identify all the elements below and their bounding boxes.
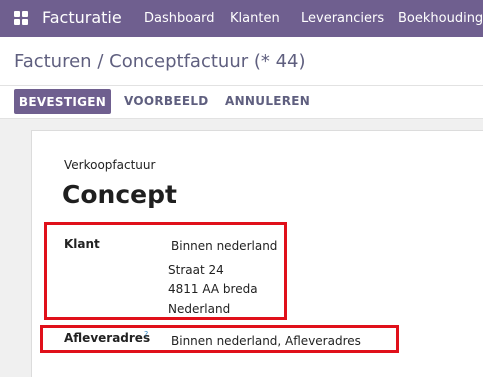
document-type: Verkoopfactuur <box>64 158 156 172</box>
apps-grid-icon[interactable] <box>14 11 29 26</box>
document-status-title: Concept <box>62 180 177 209</box>
confirm-button[interactable]: BEVESTIGEN <box>14 89 111 114</box>
help-tooltip-icon[interactable]: ? <box>144 330 148 339</box>
menu-boekhouding[interactable]: Boekhouding <box>398 11 483 26</box>
app-title[interactable]: Facturatie <box>42 8 122 27</box>
preview-button[interactable]: VOORBEELD <box>124 94 209 108</box>
breadcrumb-separator: / <box>97 51 104 72</box>
customer-street: Straat 24 <box>168 263 224 277</box>
customer-name[interactable]: Binnen nederland <box>171 239 277 253</box>
breadcrumb-current: Conceptfactuur (* 44) <box>109 51 306 72</box>
menu-dashboard[interactable]: Dashboard <box>144 11 215 26</box>
customer-city: 4811 AA breda <box>168 282 258 296</box>
menu-klanten[interactable]: Klanten <box>230 11 280 26</box>
customer-country: Nederland <box>168 302 231 316</box>
cancel-button[interactable]: ANNULEREN <box>225 94 310 108</box>
delivery-address-value[interactable]: Binnen nederland, Afleveradres <box>171 334 361 348</box>
breadcrumb-parent[interactable]: Facturen <box>14 51 92 72</box>
menu-leveranciers[interactable]: Leveranciers <box>301 11 384 26</box>
customer-label: Klant <box>64 237 100 251</box>
delivery-label: Afleveradres <box>64 331 151 345</box>
breadcrumb: Facturen / Conceptfactuur (* 44) <box>14 51 306 72</box>
top-navbar: Facturatie Dashboard Klanten Leverancier… <box>0 0 483 37</box>
